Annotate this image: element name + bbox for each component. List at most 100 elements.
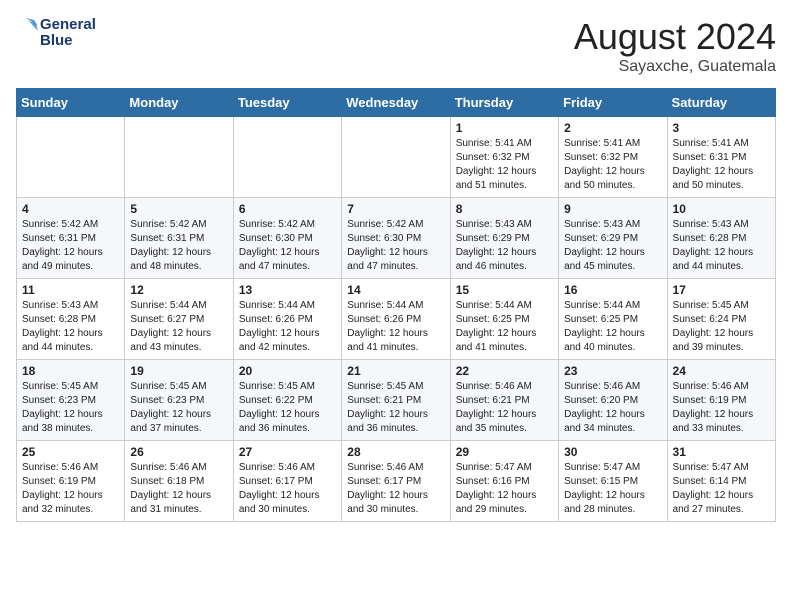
day-info: Sunrise: 5:44 AM Sunset: 6:25 PM Dayligh… xyxy=(456,299,553,355)
day-number: 8 xyxy=(456,202,553,216)
day-info: Sunrise: 5:42 AM Sunset: 6:30 PM Dayligh… xyxy=(239,218,336,274)
day-cell: 15 Sunrise: 5:44 AM Sunset: 6:25 PM Dayli… xyxy=(450,279,558,360)
day-cell: 26 Sunrise: 5:46 AM Sunset: 6:18 PM Dayli… xyxy=(125,441,233,522)
day-number: 28 xyxy=(347,445,444,459)
day-cell: 14 Sunrise: 5:44 AM Sunset: 6:26 PM Dayli… xyxy=(342,279,450,360)
day-info: Sunrise: 5:43 AM Sunset: 6:29 PM Dayligh… xyxy=(564,218,661,274)
page-header: General Blue August 2024 Sayaxche, Guate… xyxy=(16,16,776,76)
day-number: 31 xyxy=(673,445,770,459)
day-number: 20 xyxy=(239,364,336,378)
logo-bird-icon xyxy=(16,16,38,50)
day-info: Sunrise: 5:41 AM Sunset: 6:32 PM Dayligh… xyxy=(564,137,661,193)
day-cell xyxy=(342,117,450,198)
day-cell: 5Sunrise: 5:42 AM Sunset: 6:31 PM Daylig… xyxy=(125,198,233,279)
day-info: Sunrise: 5:46 AM Sunset: 6:17 PM Dayligh… xyxy=(239,461,336,517)
day-cell xyxy=(125,117,233,198)
day-cell: 27 Sunrise: 5:46 AM Sunset: 6:17 PM Dayli… xyxy=(233,441,341,522)
day-number: 9 xyxy=(564,202,661,216)
logo: General Blue xyxy=(16,16,96,50)
day-number: 6 xyxy=(239,202,336,216)
day-cell xyxy=(17,117,125,198)
day-number: 18 xyxy=(22,364,119,378)
day-info: Sunrise: 5:43 AM Sunset: 6:29 PM Dayligh… xyxy=(456,218,553,274)
day-info: Sunrise: 5:46 AM Sunset: 6:19 PM Dayligh… xyxy=(22,461,119,517)
day-number: 25 xyxy=(22,445,119,459)
week-row-1: 1Sunrise: 5:41 AM Sunset: 6:32 PM Daylig… xyxy=(17,117,776,198)
month-year: August 2024 xyxy=(574,16,776,58)
day-info: Sunrise: 5:43 AM Sunset: 6:28 PM Dayligh… xyxy=(22,299,119,355)
day-info: Sunrise: 5:44 AM Sunset: 6:27 PM Dayligh… xyxy=(130,299,227,355)
day-cell xyxy=(233,117,341,198)
day-number: 27 xyxy=(239,445,336,459)
week-row-5: 25 Sunrise: 5:46 AM Sunset: 6:19 PM Dayli… xyxy=(17,441,776,522)
day-number: 26 xyxy=(130,445,227,459)
day-cell: 11 Sunrise: 5:43 AM Sunset: 6:28 PM Dayli… xyxy=(17,279,125,360)
weekday-header-friday: Friday xyxy=(559,89,667,117)
day-number: 14 xyxy=(347,283,444,297)
day-number: 22 xyxy=(456,364,553,378)
day-number: 2 xyxy=(564,121,661,135)
day-number: 24 xyxy=(673,364,770,378)
weekday-header-row: SundayMondayTuesdayWednesdayThursdayFrid… xyxy=(17,89,776,117)
day-cell: 4 Sunrise: 5:42 AM Sunset: 6:31 PM Daylig… xyxy=(17,198,125,279)
day-info: Sunrise: 5:47 AM Sunset: 6:16 PM Dayligh… xyxy=(456,461,553,517)
calendar-table: SundayMondayTuesdayWednesdayThursdayFrid… xyxy=(16,88,776,522)
day-info: Sunrise: 5:44 AM Sunset: 6:26 PM Dayligh… xyxy=(239,299,336,355)
day-cell: 7 Sunrise: 5:42 AM Sunset: 6:30 PM Daylig… xyxy=(342,198,450,279)
day-cell: 2 Sunrise: 5:41 AM Sunset: 6:32 PM Daylig… xyxy=(559,117,667,198)
day-cell: 22Sunrise: 5:46 AM Sunset: 6:21 PM Dayli… xyxy=(450,360,558,441)
day-info: Sunrise: 5:45 AM Sunset: 6:22 PM Dayligh… xyxy=(239,380,336,436)
day-cell: 10 Sunrise: 5:43 AM Sunset: 6:28 PM Dayli… xyxy=(667,198,775,279)
day-info: Sunrise: 5:46 AM Sunset: 6:20 PM Dayligh… xyxy=(564,380,661,436)
day-cell: 1Sunrise: 5:41 AM Sunset: 6:32 PM Daylig… xyxy=(450,117,558,198)
day-cell: 18Sunrise: 5:45 AM Sunset: 6:23 PM Dayli… xyxy=(17,360,125,441)
day-cell: 29 Sunrise: 5:47 AM Sunset: 6:16 PM Dayli… xyxy=(450,441,558,522)
week-row-2: 4 Sunrise: 5:42 AM Sunset: 6:31 PM Daylig… xyxy=(17,198,776,279)
day-cell: 20 Sunrise: 5:45 AM Sunset: 6:22 PM Dayli… xyxy=(233,360,341,441)
weekday-header-wednesday: Wednesday xyxy=(342,89,450,117)
day-info: Sunrise: 5:41 AM Sunset: 6:32 PM Dayligh… xyxy=(456,137,553,193)
day-number: 12 xyxy=(130,283,227,297)
title-block: August 2024 Sayaxche, Guatemala xyxy=(574,16,776,76)
logo-text-blue: Blue xyxy=(40,33,96,50)
day-number: 23 xyxy=(564,364,661,378)
day-info: Sunrise: 5:46 AM Sunset: 6:18 PM Dayligh… xyxy=(130,461,227,517)
day-cell: 25 Sunrise: 5:46 AM Sunset: 6:19 PM Dayli… xyxy=(17,441,125,522)
day-cell: 13Sunrise: 5:44 AM Sunset: 6:26 PM Dayli… xyxy=(233,279,341,360)
day-number: 7 xyxy=(347,202,444,216)
day-cell: 6 Sunrise: 5:42 AM Sunset: 6:30 PM Daylig… xyxy=(233,198,341,279)
day-info: Sunrise: 5:42 AM Sunset: 6:30 PM Dayligh… xyxy=(347,218,444,274)
day-number: 21 xyxy=(347,364,444,378)
day-info: Sunrise: 5:43 AM Sunset: 6:28 PM Dayligh… xyxy=(673,218,770,274)
day-info: Sunrise: 5:47 AM Sunset: 6:15 PM Dayligh… xyxy=(564,461,661,517)
day-cell: 24 Sunrise: 5:46 AM Sunset: 6:19 PM Dayli… xyxy=(667,360,775,441)
location: Sayaxche, Guatemala xyxy=(574,58,776,76)
day-cell: 3 Sunrise: 5:41 AM Sunset: 6:31 PM Daylig… xyxy=(667,117,775,198)
weekday-header-sunday: Sunday xyxy=(17,89,125,117)
logo-container: General Blue xyxy=(16,16,96,50)
day-number: 16 xyxy=(564,283,661,297)
day-cell: 19 Sunrise: 5:45 AM Sunset: 6:23 PM Dayli… xyxy=(125,360,233,441)
day-info: Sunrise: 5:41 AM Sunset: 6:31 PM Dayligh… xyxy=(673,137,770,193)
day-cell: 28Sunrise: 5:46 AM Sunset: 6:17 PM Dayli… xyxy=(342,441,450,522)
day-number: 5 xyxy=(130,202,227,216)
day-info: Sunrise: 5:44 AM Sunset: 6:26 PM Dayligh… xyxy=(347,299,444,355)
day-number: 4 xyxy=(22,202,119,216)
day-number: 3 xyxy=(673,121,770,135)
day-cell: 16 Sunrise: 5:44 AM Sunset: 6:25 PM Dayli… xyxy=(559,279,667,360)
weekday-header-thursday: Thursday xyxy=(450,89,558,117)
day-info: Sunrise: 5:42 AM Sunset: 6:31 PM Dayligh… xyxy=(22,218,119,274)
day-info: Sunrise: 5:46 AM Sunset: 6:19 PM Dayligh… xyxy=(673,380,770,436)
day-cell: 23 Sunrise: 5:46 AM Sunset: 6:20 PM Dayli… xyxy=(559,360,667,441)
day-number: 15 xyxy=(456,283,553,297)
day-number: 30 xyxy=(564,445,661,459)
day-number: 10 xyxy=(673,202,770,216)
day-cell: 21Sunrise: 5:45 AM Sunset: 6:21 PM Dayli… xyxy=(342,360,450,441)
day-number: 29 xyxy=(456,445,553,459)
day-info: Sunrise: 5:45 AM Sunset: 6:23 PM Dayligh… xyxy=(130,380,227,436)
day-number: 19 xyxy=(130,364,227,378)
day-info: Sunrise: 5:44 AM Sunset: 6:25 PM Dayligh… xyxy=(564,299,661,355)
day-cell: 9 Sunrise: 5:43 AM Sunset: 6:29 PM Daylig… xyxy=(559,198,667,279)
day-number: 11 xyxy=(22,283,119,297)
weekday-header-monday: Monday xyxy=(125,89,233,117)
